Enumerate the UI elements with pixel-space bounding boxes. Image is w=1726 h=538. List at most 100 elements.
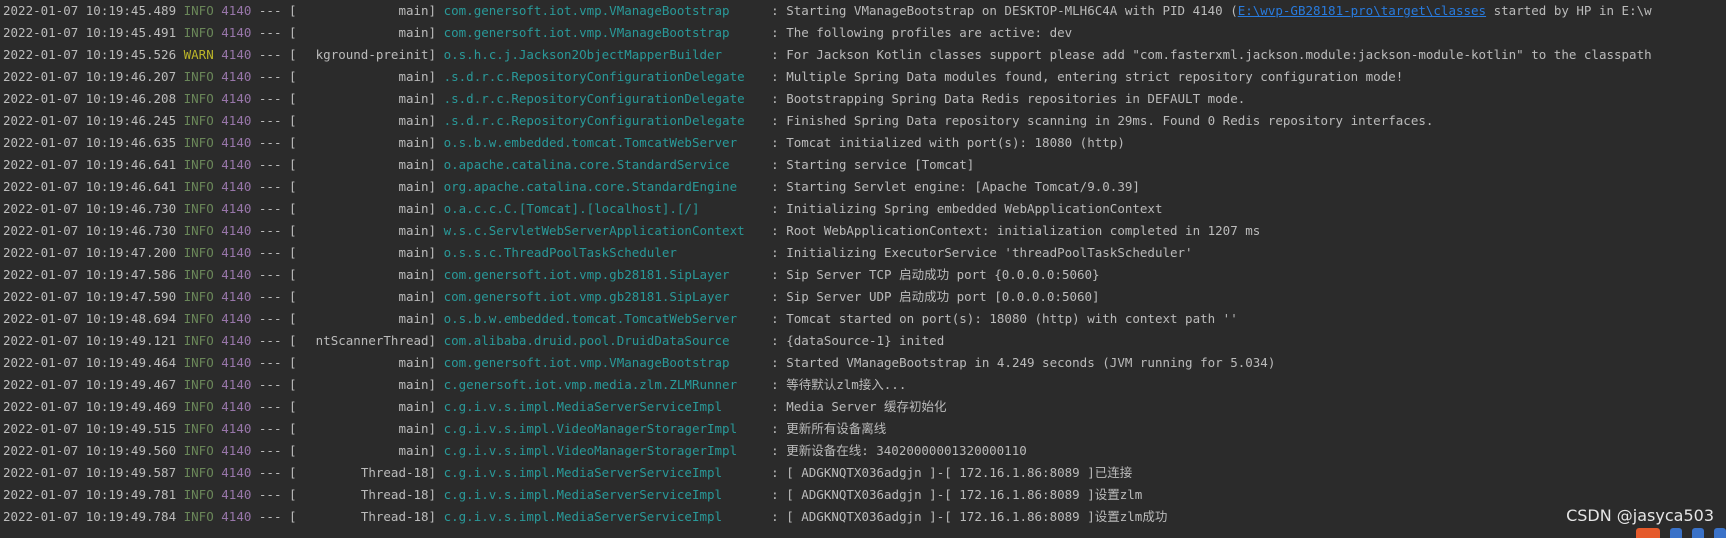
log-level: INFO (183, 69, 214, 84)
log-pid: 4140 (221, 91, 252, 106)
log-message: [ ADGKNQTX036adgjn ]-[ 172.16.1.86:8089 … (786, 509, 1168, 524)
log-separator: --- (258, 223, 282, 238)
log-message: [ ADGKNQTX036adgjn ]-[ 172.16.1.86:8089 … (786, 465, 1133, 480)
log-logger: w.s.c.ServletWebServerApplicationContext (443, 223, 745, 238)
log-line: 2022-01-07 10:19:49.781 INFO 4140 --- [T… (3, 484, 1726, 506)
tray-app-icon[interactable] (1670, 528, 1682, 538)
log-line: 2022-01-07 10:19:49.121 INFO 4140 --- [n… (3, 330, 1726, 352)
log-message: Starting Servlet engine: [Apache Tomcat/… (786, 179, 1140, 194)
log-path-link[interactable]: E:\wvp-GB28181-pro\target\classes (1238, 3, 1486, 18)
log-pid: 4140 (221, 333, 252, 348)
log-line: 2022-01-07 10:19:48.694 INFO 4140 --- [m… (3, 308, 1726, 330)
log-logger: com.genersoft.iot.vmp.gb28181.SipLayer (443, 289, 730, 304)
log-level: INFO (183, 179, 214, 194)
log-thread: main (398, 245, 429, 260)
log-line: 2022-01-07 10:19:45.526 WARN 4140 --- [k… (3, 44, 1726, 66)
log-separator: --- (258, 311, 282, 326)
log-timestamp: 2022-01-07 10:19:45.491 (3, 25, 177, 40)
log-level: INFO (183, 333, 214, 348)
log-message: 更新设备在线: 34020000001320000110 (786, 443, 1027, 458)
tray-app-icon[interactable] (1714, 528, 1726, 538)
log-pid: 4140 (221, 267, 252, 282)
log-logger: c.genersoft.iot.vmp.media.zlm.ZLMRunner (443, 377, 738, 392)
log-logger: com.genersoft.iot.vmp.VManageBootstrap (443, 3, 730, 18)
log-timestamp: 2022-01-07 10:19:46.245 (3, 113, 177, 128)
ime-icon[interactable] (1636, 528, 1660, 538)
log-thread: main (398, 201, 429, 216)
log-level: INFO (183, 267, 214, 282)
log-line: 2022-01-07 10:19:49.560 INFO 4140 --- [m… (3, 440, 1726, 462)
log-line: 2022-01-07 10:19:49.464 INFO 4140 --- [m… (3, 352, 1726, 374)
log-pid: 4140 (221, 25, 252, 40)
tray-app-icon[interactable] (1692, 528, 1704, 538)
log-timestamp: 2022-01-07 10:19:46.641 (3, 157, 177, 172)
log-separator: --- (258, 333, 282, 348)
log-thread: main (398, 311, 429, 326)
log-separator: --- (258, 157, 282, 172)
run-console-output[interactable]: 2022-01-07 10:19:45.489 INFO 4140 --- [m… (3, 0, 1726, 538)
log-timestamp: 2022-01-07 10:19:46.208 (3, 91, 177, 106)
log-separator: --- (258, 443, 282, 458)
log-line: 2022-01-07 10:19:49.467 INFO 4140 --- [m… (3, 374, 1726, 396)
log-level: INFO (183, 135, 214, 150)
log-separator: --- (258, 91, 282, 106)
log-timestamp: 2022-01-07 10:19:46.641 (3, 179, 177, 194)
log-separator: --- (258, 267, 282, 282)
log-logger: .s.d.r.c.RepositoryConfigurationDelegate (443, 113, 745, 128)
log-logger: c.g.i.v.s.impl.VideoManagerStoragerImpl (443, 421, 738, 436)
log-logger: org.apache.catalina.core.StandardEngine (443, 179, 738, 194)
log-thread: Thread-18 (360, 465, 429, 480)
log-line: 2022-01-07 10:19:46.641 INFO 4140 --- [m… (3, 154, 1726, 176)
log-thread: main (398, 157, 429, 172)
log-timestamp: 2022-01-07 10:19:49.560 (3, 443, 177, 458)
log-logger: com.alibaba.druid.pool.DruidDataSource (443, 333, 730, 348)
log-logger: o.apache.catalina.core.StandardService (443, 157, 730, 172)
log-line: 2022-01-07 10:19:46.635 INFO 4140 --- [m… (3, 132, 1726, 154)
log-line: 2022-01-07 10:19:49.515 INFO 4140 --- [m… (3, 418, 1726, 440)
log-message-tail: started by HP in E:\w (1486, 3, 1652, 18)
log-separator: --- (258, 289, 282, 304)
log-thread: main (398, 399, 429, 414)
log-message: [ ADGKNQTX036adgjn ]-[ 172.16.1.86:8089 … (786, 487, 1143, 502)
system-tray (1546, 526, 1726, 538)
log-line: 2022-01-07 10:19:46.245 INFO 4140 --- [m… (3, 110, 1726, 132)
log-pid: 4140 (221, 509, 252, 524)
log-message: Starting service [Tomcat] (786, 157, 975, 172)
log-thread: main (398, 135, 429, 150)
log-timestamp: 2022-01-07 10:19:47.586 (3, 267, 177, 282)
log-timestamp: 2022-01-07 10:19:45.526 (3, 47, 177, 62)
log-line: 2022-01-07 10:19:46.641 INFO 4140 --- [m… (3, 176, 1726, 198)
log-line: 2022-01-07 10:19:46.730 INFO 4140 --- [m… (3, 220, 1726, 242)
log-thread: main (398, 25, 429, 40)
log-separator: --- (258, 245, 282, 260)
log-message: Initializing ExecutorService 'threadPool… (786, 245, 1193, 260)
log-pid: 4140 (221, 311, 252, 326)
log-line: 2022-01-07 10:19:46.730 INFO 4140 --- [m… (3, 198, 1726, 220)
log-thread: main (398, 223, 429, 238)
log-pid: 4140 (221, 3, 252, 18)
log-level: INFO (183, 113, 214, 128)
log-level: INFO (183, 399, 214, 414)
log-thread: Thread-18 (360, 487, 429, 502)
log-pid: 4140 (221, 135, 252, 150)
log-logger: c.g.i.v.s.impl.VideoManagerStoragerImpl (443, 443, 738, 458)
log-pid: 4140 (221, 157, 252, 172)
log-message: Tomcat initialized with port(s): 18080 (… (786, 135, 1125, 150)
log-message: Finished Spring Data repository scanning… (786, 113, 1434, 128)
log-thread: ntScannerThread (315, 333, 429, 348)
log-timestamp: 2022-01-07 10:19:49.515 (3, 421, 177, 436)
log-timestamp: 2022-01-07 10:19:49.587 (3, 465, 177, 480)
log-separator: --- (258, 355, 282, 370)
log-thread: Thread-18 (360, 509, 429, 524)
log-line: 2022-01-07 10:19:47.200 INFO 4140 --- [m… (3, 242, 1726, 264)
log-level: INFO (183, 421, 214, 436)
log-separator: --- (258, 113, 282, 128)
log-level: INFO (183, 311, 214, 326)
log-timestamp: 2022-01-07 10:19:49.784 (3, 509, 177, 524)
log-timestamp: 2022-01-07 10:19:49.467 (3, 377, 177, 392)
log-level: INFO (183, 91, 214, 106)
log-pid: 4140 (221, 69, 252, 84)
log-level: INFO (183, 377, 214, 392)
log-separator: --- (258, 135, 282, 150)
log-level: INFO (183, 487, 214, 502)
